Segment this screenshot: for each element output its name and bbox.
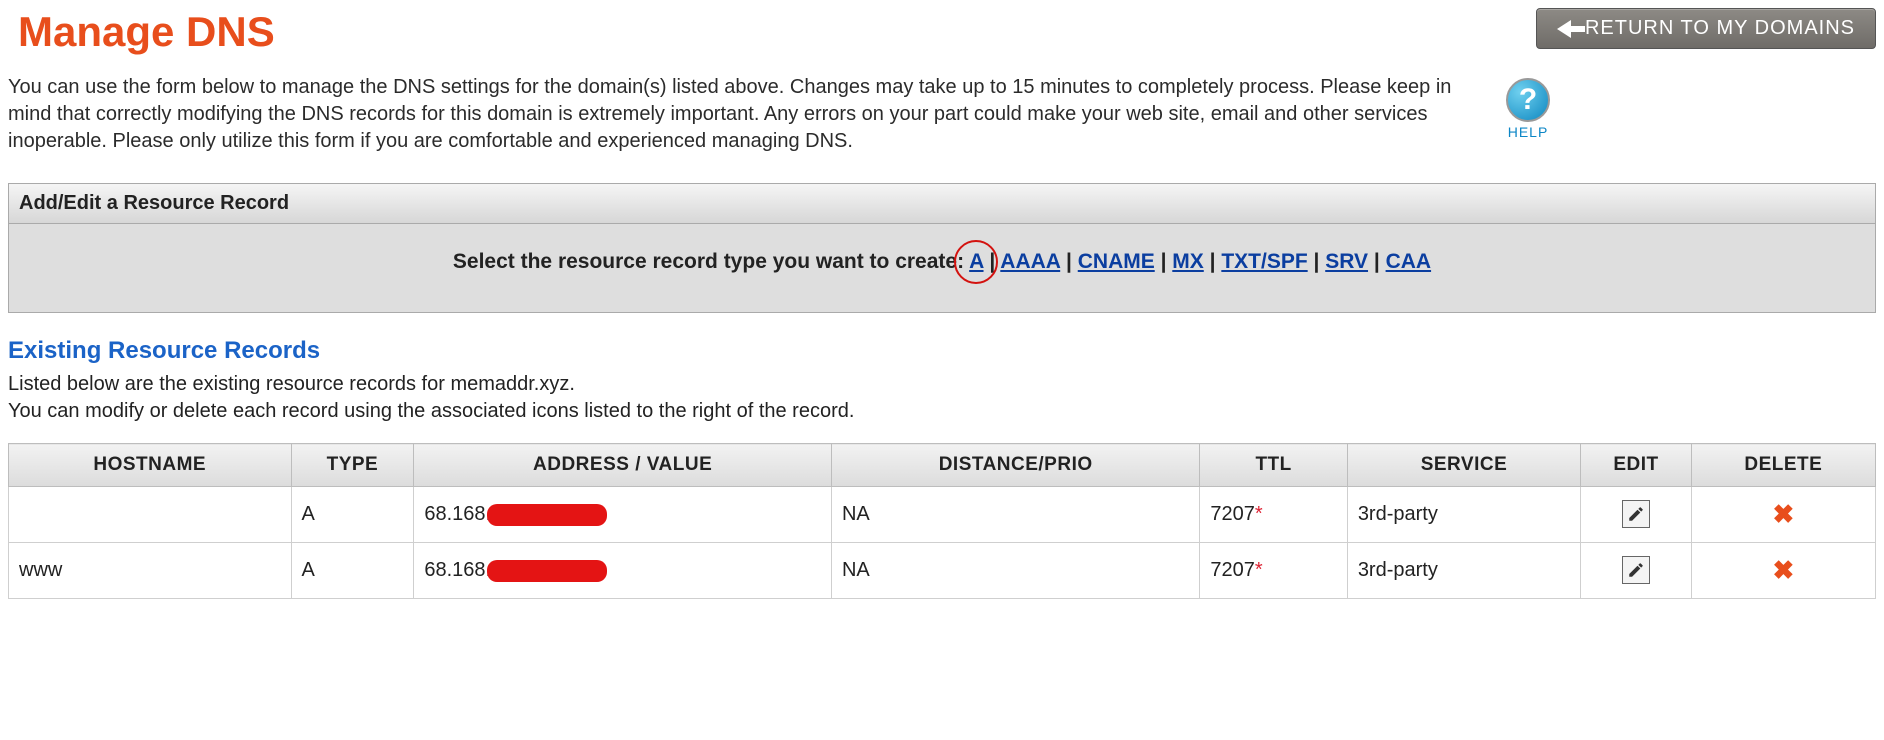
- table-row: wwwA68.168.NA7207*3rd-party ✖: [9, 543, 1876, 599]
- col-service: SERVICE: [1347, 444, 1580, 487]
- record-type-prompt: Select the resource record type you want…: [453, 250, 964, 273]
- record-type-link-aaaa[interactable]: AAAA: [1000, 250, 1060, 273]
- cell-edit: [1581, 543, 1692, 599]
- cell-delete: ✖: [1691, 543, 1875, 599]
- cell-delete: ✖: [1691, 487, 1875, 543]
- intro-text: You can use the form below to manage the…: [8, 74, 1468, 155]
- edit-icon[interactable]: [1622, 500, 1650, 528]
- return-to-domains-button[interactable]: RETURN TO MY DOMAINS: [1536, 8, 1876, 49]
- existing-records-desc-line2: You can modify or delete each record usi…: [8, 400, 854, 422]
- delete-icon[interactable]: ✖: [1772, 555, 1794, 586]
- page-title: Manage DNS: [8, 8, 275, 56]
- existing-records-desc-line1: Listed below are the existing resource r…: [8, 373, 575, 395]
- add-edit-panel: Add/Edit a Resource Record Select the re…: [8, 183, 1876, 313]
- separator: |: [1155, 250, 1173, 273]
- separator: |: [1368, 250, 1386, 273]
- edit-icon[interactable]: [1622, 556, 1650, 584]
- table-row: A68.168.NA7207*3rd-party ✖: [9, 487, 1876, 543]
- cell-edit: [1581, 487, 1692, 543]
- cell-hostname: [9, 487, 292, 543]
- separator: |: [1308, 250, 1326, 273]
- existing-records-title: Existing Resource Records: [8, 337, 1876, 365]
- records-table: HOSTNAME TYPE ADDRESS / VALUE DISTANCE/P…: [8, 443, 1876, 599]
- help-label: HELP: [1498, 124, 1558, 140]
- cell-distance: NA: [831, 487, 1199, 543]
- add-edit-panel-header: Add/Edit a Resource Record: [9, 184, 1875, 224]
- col-hostname: HOSTNAME: [9, 444, 292, 487]
- return-button-label: RETURN TO MY DOMAINS: [1585, 17, 1855, 40]
- cell-hostname: www: [9, 543, 292, 599]
- cell-type: A: [291, 543, 414, 599]
- cell-address: 68.168.: [414, 543, 832, 599]
- arrow-left-icon: [1557, 20, 1571, 38]
- cell-distance: NA: [831, 543, 1199, 599]
- col-distance: DISTANCE/PRIO: [831, 444, 1199, 487]
- redacted-value: [487, 504, 607, 526]
- col-address: ADDRESS / VALUE: [414, 444, 832, 487]
- cell-address: 68.168.: [414, 487, 832, 543]
- col-ttl: TTL: [1200, 444, 1347, 487]
- record-type-link-cname[interactable]: CNAME: [1078, 250, 1155, 273]
- cell-type: A: [291, 487, 414, 543]
- record-type-link-a[interactable]: A: [969, 250, 983, 273]
- delete-icon[interactable]: ✖: [1772, 499, 1794, 530]
- cell-service: 3rd-party: [1347, 487, 1580, 543]
- cell-ttl: 7207*: [1200, 487, 1347, 543]
- separator: |: [984, 250, 1001, 273]
- record-type-link-srv[interactable]: SRV: [1325, 250, 1368, 273]
- help-icon[interactable]: ?: [1506, 78, 1550, 122]
- record-type-link-caa[interactable]: CAA: [1386, 250, 1432, 273]
- redacted-value: [487, 560, 607, 582]
- col-edit: EDIT: [1581, 444, 1692, 487]
- col-type: TYPE: [291, 444, 414, 487]
- record-type-link-txt-spf[interactable]: TXT/SPF: [1221, 250, 1307, 273]
- separator: |: [1204, 250, 1222, 273]
- record-type-link-mx[interactable]: MX: [1172, 250, 1204, 273]
- separator: |: [1060, 250, 1078, 273]
- cell-service: 3rd-party: [1347, 543, 1580, 599]
- col-delete: DELETE: [1691, 444, 1875, 487]
- cell-ttl: 7207*: [1200, 543, 1347, 599]
